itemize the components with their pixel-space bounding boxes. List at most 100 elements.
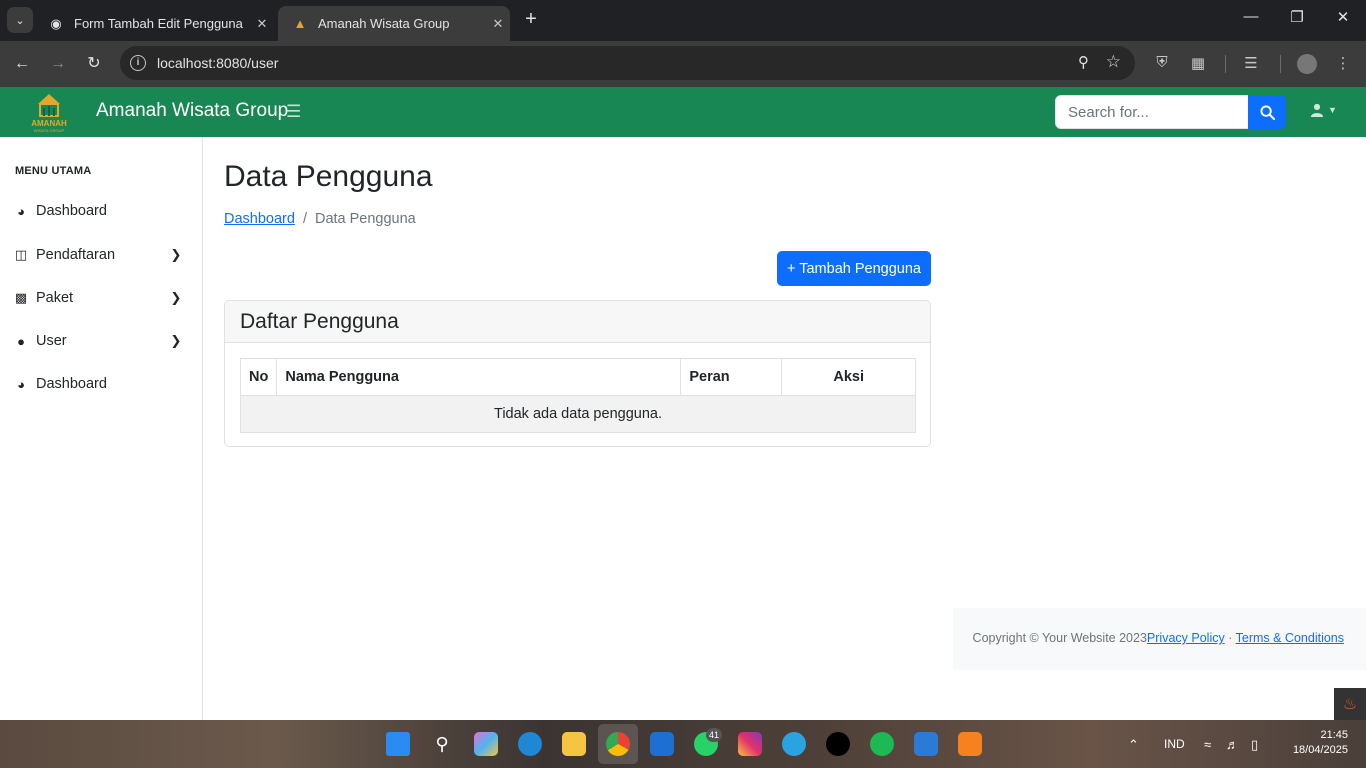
user-icon xyxy=(1310,103,1324,117)
sidebar: MENU UTAMA ◕ Dashboard ◫ Pendaftaran ❯ ▩… xyxy=(0,137,203,720)
instagram-icon[interactable] xyxy=(738,732,762,756)
user-list-card: Daftar Pengguna No Nama Pengguna Peran A… xyxy=(224,300,931,447)
tachometer-icon: ◕ xyxy=(17,203,25,219)
page-title: Data Pengguna xyxy=(224,160,433,193)
shield-extension-icon[interactable]: ⛨ xyxy=(1152,54,1172,74)
sidebar-heading: MENU UTAMA xyxy=(15,165,92,177)
brand-title[interactable]: Amanah Wisata Group xyxy=(96,100,288,122)
windows-taskbar xyxy=(0,720,1366,768)
add-user-button[interactable]: + Tambah Pengguna xyxy=(777,251,931,286)
svg-text:WISATA GROUP: WISATA GROUP xyxy=(34,128,65,133)
breadcrumb-link-dashboard[interactable]: Dashboard xyxy=(224,211,295,227)
search-button[interactable] xyxy=(1248,95,1286,129)
vscode-icon[interactable] xyxy=(914,732,938,756)
translate-icon[interactable]: ☰ xyxy=(1241,54,1261,74)
chrome-icon[interactable] xyxy=(606,732,630,756)
system-clock[interactable]: 21:45 18/04/2025 xyxy=(1282,728,1348,758)
url-text[interactable]: localhost:8080/user xyxy=(157,55,278,71)
sidebar-item-label: User xyxy=(36,333,67,349)
site-info-icon[interactable]: i xyxy=(130,55,146,71)
new-tab-icon[interactable]: + xyxy=(520,8,542,32)
column-header-aksi: Aksi xyxy=(781,358,916,396)
browser-tab-amanah[interactable]: ▲ Amanah Wisata Group ✕ xyxy=(278,6,510,41)
more-menu-icon[interactable]: ⋮ xyxy=(1333,54,1353,74)
breadcrumb-separator: / xyxy=(302,211,307,227)
sidebar-item-user[interactable]: ● User ❯ xyxy=(0,323,202,359)
column-header-nama: Nama Pengguna xyxy=(276,358,682,396)
user-table: No Nama Pengguna Peran Aksi Tidak ada da… xyxy=(239,358,916,433)
toolbar-divider xyxy=(1225,55,1226,73)
sidebar-item-label: Dashboard xyxy=(36,203,107,219)
amanah-favicon-icon: ▲ xyxy=(293,16,307,31)
privacy-policy-link[interactable]: Privacy Policy xyxy=(1147,631,1225,645)
zoom-icon[interactable]: ⚲ xyxy=(1078,53,1089,71)
close-window-icon[interactable]: ✕ xyxy=(1320,8,1366,26)
language-indicator[interactable]: IND xyxy=(1164,737,1185,751)
whatsapp-notification-badge: 41 xyxy=(706,728,722,742)
search-input[interactable] xyxy=(1055,95,1249,129)
windows-start-icon[interactable] xyxy=(386,732,410,756)
sidebar-item-dashboard-2[interactable]: ◕ Dashboard xyxy=(0,366,202,402)
restore-icon[interactable]: ❐ xyxy=(1274,8,1320,26)
browser-tab-form[interactable]: ◉ Form Tambah Edit Pengguna ✕ xyxy=(34,6,274,41)
table-columns-icon: ◫ xyxy=(14,247,28,262)
footer-dot: · xyxy=(1228,631,1233,645)
top-navbar: AMANAH WISATA GROUP Amanah Wisata Group … xyxy=(0,87,1366,137)
sidebar-item-label: Pendaftaran xyxy=(36,247,116,263)
close-tab-icon[interactable]: ✕ xyxy=(250,16,274,32)
back-icon[interactable]: ← xyxy=(11,53,33,75)
column-header-no: No xyxy=(239,358,278,396)
terms-link[interactable]: Terms & Conditions xyxy=(1236,631,1344,645)
sidebar-item-paket[interactable]: ▩ Paket ❯ xyxy=(0,280,202,316)
edge-browser-icon[interactable] xyxy=(518,732,542,756)
microsoft-store-icon[interactable] xyxy=(650,732,674,756)
user-menu-dropdown[interactable]: ▼ xyxy=(1310,103,1337,117)
battery-icon[interactable]: ▯ xyxy=(1251,737,1258,753)
column-header-peran: Peran xyxy=(680,358,783,396)
tab-search-dropdown-icon[interactable]: ⌄ xyxy=(7,7,33,33)
xampp-icon[interactable] xyxy=(958,732,982,756)
footer: Copyright © Your Website 2023Privacy Pol… xyxy=(953,608,1366,670)
tiktok-icon[interactable] xyxy=(826,732,850,756)
forward-icon[interactable]: → xyxy=(47,53,69,75)
browser-toolbar: ← → ↻ i localhost:8080/user ⚲ ☆ ⛨ ▦ ☰ ⋮ xyxy=(0,41,1366,87)
tray-overflow-chevron-icon[interactable]: ⌃ xyxy=(1128,737,1139,753)
caret-down-icon: ▼ xyxy=(1328,105,1337,115)
volume-icon[interactable]: ♬ xyxy=(1226,737,1239,752)
close-tab-icon[interactable]: ✕ xyxy=(486,16,510,32)
browser-tab-bar: ⌄ ◉ Form Tambah Edit Pengguna ✕ ▲ Amanah… xyxy=(0,0,1366,41)
sidebar-item-dashboard[interactable]: ◕ Dashboard xyxy=(0,193,202,229)
clock-time: 21:45 xyxy=(1320,729,1348,741)
sidebar-item-label: Paket xyxy=(36,290,74,306)
sidebar-toggle-icon[interactable]: ☰ xyxy=(286,102,301,122)
globe-icon: ◉ xyxy=(50,15,62,31)
tab-title: Form Tambah Edit Pengguna xyxy=(74,16,243,31)
bookmark-star-icon[interactable]: ☆ xyxy=(1106,52,1121,72)
search-taskbar-icon[interactable]: ⚲ xyxy=(430,732,454,756)
spotify-icon[interactable] xyxy=(870,732,894,756)
chevron-right-icon: ❯ xyxy=(170,290,182,305)
copilot-icon[interactable] xyxy=(474,732,498,756)
empty-table-message: Tidak ada data pengguna. xyxy=(240,395,916,433)
book-open-icon: ▩ xyxy=(14,290,28,305)
sidebar-item-label: Dashboard xyxy=(36,376,107,392)
address-bar[interactable]: i localhost:8080/user ⚲ ☆ xyxy=(120,46,1135,80)
telegram-icon[interactable] xyxy=(782,732,806,756)
table-header-row: No Nama Pengguna Peran Aksi xyxy=(239,358,916,396)
extensions-puzzle-icon[interactable]: ▦ xyxy=(1188,54,1208,74)
table-row: Tidak ada data pengguna. xyxy=(240,395,916,433)
reload-icon[interactable]: ↻ xyxy=(83,53,105,75)
tab-title: Amanah Wisata Group xyxy=(318,16,450,31)
file-explorer-icon[interactable] xyxy=(562,732,586,756)
user-icon: ● xyxy=(17,333,25,349)
amanah-logo[interactable]: AMANAH WISATA GROUP xyxy=(24,90,74,134)
debug-toolbar-flame-icon[interactable]: ♨ xyxy=(1334,688,1366,720)
sidebar-item-pendaftaran[interactable]: ◫ Pendaftaran ❯ xyxy=(0,237,202,273)
svg-text:AMANAH: AMANAH xyxy=(31,119,67,128)
profile-avatar-icon[interactable] xyxy=(1297,54,1317,74)
toolbar-divider xyxy=(1280,55,1281,73)
wifi-icon[interactable]: ≈ xyxy=(1204,737,1211,752)
clock-date: 18/04/2025 xyxy=(1292,744,1348,756)
tachometer-icon: ◕ xyxy=(17,376,25,392)
minimize-icon[interactable]: — xyxy=(1228,8,1274,25)
